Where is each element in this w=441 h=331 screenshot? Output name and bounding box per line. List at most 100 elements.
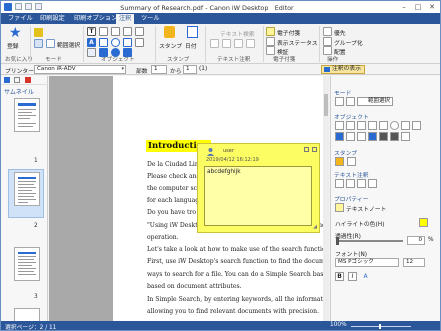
arrange-icon[interactable] (323, 46, 332, 55)
text-box-icon[interactable] (335, 121, 344, 130)
redo-icon[interactable] (35, 3, 42, 10)
sticky-note[interactable]: user 2019/04/12 16:12:19 abcdefghijk ◢ (197, 143, 320, 233)
page-from-field[interactable]: 1 (183, 65, 197, 74)
bookmark-icon[interactable] (14, 77, 20, 83)
font-color-button[interactable]: A (361, 272, 370, 281)
replace-icon[interactable] (246, 39, 255, 48)
arrow-icon[interactable] (346, 121, 355, 130)
page-icon[interactable] (4, 77, 10, 83)
ellipse-icon[interactable] (111, 38, 120, 47)
polyline-icon[interactable] (368, 121, 377, 130)
line-icon[interactable] (357, 121, 366, 130)
thumbnail-page-4[interactable] (14, 308, 40, 322)
filled-ellipse-icon[interactable] (379, 132, 388, 141)
save-icon[interactable] (15, 3, 22, 10)
sticky-note-icon[interactable] (266, 27, 275, 36)
note-text-field[interactable]: abcdefghijk (204, 166, 312, 226)
maximize-button[interactable]: □ (411, 2, 425, 12)
tab-annotation[interactable]: 注釈 (116, 14, 135, 24)
display-status-button[interactable]: 表示ステータス (277, 38, 318, 47)
display-status-icon[interactable] (266, 37, 275, 46)
line-icon[interactable] (111, 27, 120, 36)
polyline-icon[interactable] (123, 27, 132, 36)
text-annotation-icon[interactable] (335, 132, 344, 141)
color-picker-icon[interactable] (419, 218, 428, 227)
stamp-icon[interactable] (164, 26, 175, 38)
text-search-field[interactable]: テキスト検索 (220, 29, 255, 38)
range-select-button[interactable]: 範囲選択 (57, 40, 80, 49)
freehand-icon[interactable] (357, 132, 366, 141)
document-scrollbar[interactable] (323, 76, 329, 322)
arrow-icon[interactable] (99, 27, 108, 36)
replace-icon[interactable] (368, 179, 377, 188)
date-stamp-icon[interactable] (347, 157, 356, 166)
minimize-button[interactable]: – (397, 2, 411, 12)
opacity-slider-knob[interactable] (336, 237, 339, 245)
rectangle-icon[interactable] (99, 38, 108, 47)
strikethrough-icon[interactable] (234, 39, 243, 48)
text-box-icon[interactable]: T (87, 27, 96, 36)
range-select-button[interactable]: 範囲選択 (357, 97, 394, 106)
polygon-icon[interactable] (401, 121, 410, 130)
polygon-icon[interactable] (123, 38, 132, 47)
close-button[interactable]: ✕ (425, 2, 439, 12)
underline-icon[interactable] (222, 39, 231, 48)
font-size-select[interactable]: 12 (403, 258, 425, 267)
register-button[interactable]: 登録 (7, 41, 19, 50)
tab-file[interactable]: ファイル (5, 14, 36, 24)
delete-icon[interactable] (25, 77, 31, 83)
stamp-icon[interactable] (335, 157, 344, 166)
strikethrough-icon[interactable] (357, 179, 366, 188)
priority-button[interactable]: 優先 (334, 28, 346, 37)
opacity-input[interactable]: 0 (407, 236, 425, 245)
zoom-slider-knob[interactable] (379, 324, 381, 329)
thumbnail-page-3[interactable] (14, 247, 40, 281)
ellipse-icon[interactable] (390, 121, 399, 130)
date-stamp-button[interactable]: 日付 (185, 41, 197, 50)
priority-icon[interactable] (323, 27, 332, 36)
filled-rectangle-icon[interactable] (368, 132, 377, 141)
undo-icon[interactable] (25, 3, 32, 10)
rectangle-icon[interactable] (379, 121, 388, 130)
printer-select[interactable]: Canon iR-ADV ▾ (34, 65, 126, 74)
image-icon[interactable] (87, 48, 96, 57)
highlighter-icon[interactable] (346, 97, 355, 106)
scrollbar-thumb[interactable] (324, 94, 328, 116)
italic-button[interactable]: I (348, 272, 357, 281)
group-icon[interactable] (323, 37, 332, 46)
tab-tools[interactable]: ツール (138, 14, 163, 24)
bold-button[interactable]: B (335, 272, 344, 281)
zoom-slider[interactable] (351, 324, 411, 329)
opacity-slider[interactable] (336, 237, 403, 245)
copies-stepper[interactable]: 1 (151, 65, 167, 74)
group-button[interactable]: グループ化 (334, 38, 363, 47)
select-icon[interactable] (34, 39, 43, 48)
thumbnail-page-1[interactable] (14, 98, 40, 132)
select-icon[interactable] (335, 97, 344, 106)
note-close-icon[interactable] (312, 147, 317, 152)
range-select-icon[interactable] (46, 39, 55, 48)
stamp-button[interactable]: スタンプ (159, 41, 182, 50)
resize-grip-icon[interactable]: ◢ (313, 224, 317, 230)
tab-print-options[interactable]: 印刷オプション (71, 14, 120, 24)
highlighter-icon[interactable] (34, 28, 43, 37)
filled-polygon-icon[interactable] (390, 132, 399, 141)
pencil-icon[interactable] (135, 27, 144, 36)
thumbnail-page-2[interactable] (14, 172, 40, 206)
freehand-icon[interactable] (135, 38, 144, 47)
font-select[interactable]: MS Pゴシック (335, 258, 399, 267)
text-annotation-icon[interactable]: A (87, 38, 96, 47)
text-annotation-tool-icon[interactable] (210, 39, 219, 48)
image-icon[interactable] (346, 132, 355, 141)
sticky-note-button[interactable]: 電子付箋 (277, 28, 300, 37)
text-annotation-tool-icon[interactable] (335, 179, 344, 188)
tab-print-settings[interactable]: 印刷設定 (37, 14, 68, 24)
underline-icon[interactable] (346, 179, 355, 188)
verify-icon[interactable] (266, 46, 275, 55)
date-stamp-icon[interactable] (187, 26, 198, 38)
pencil-icon[interactable] (412, 121, 421, 130)
note-minimize-icon[interactable] (304, 147, 309, 152)
star-icon[interactable]: ★ (9, 26, 22, 40)
show-annotations-button[interactable]: 注釈の表示 (321, 65, 365, 74)
more-shapes-icon[interactable] (401, 132, 410, 141)
